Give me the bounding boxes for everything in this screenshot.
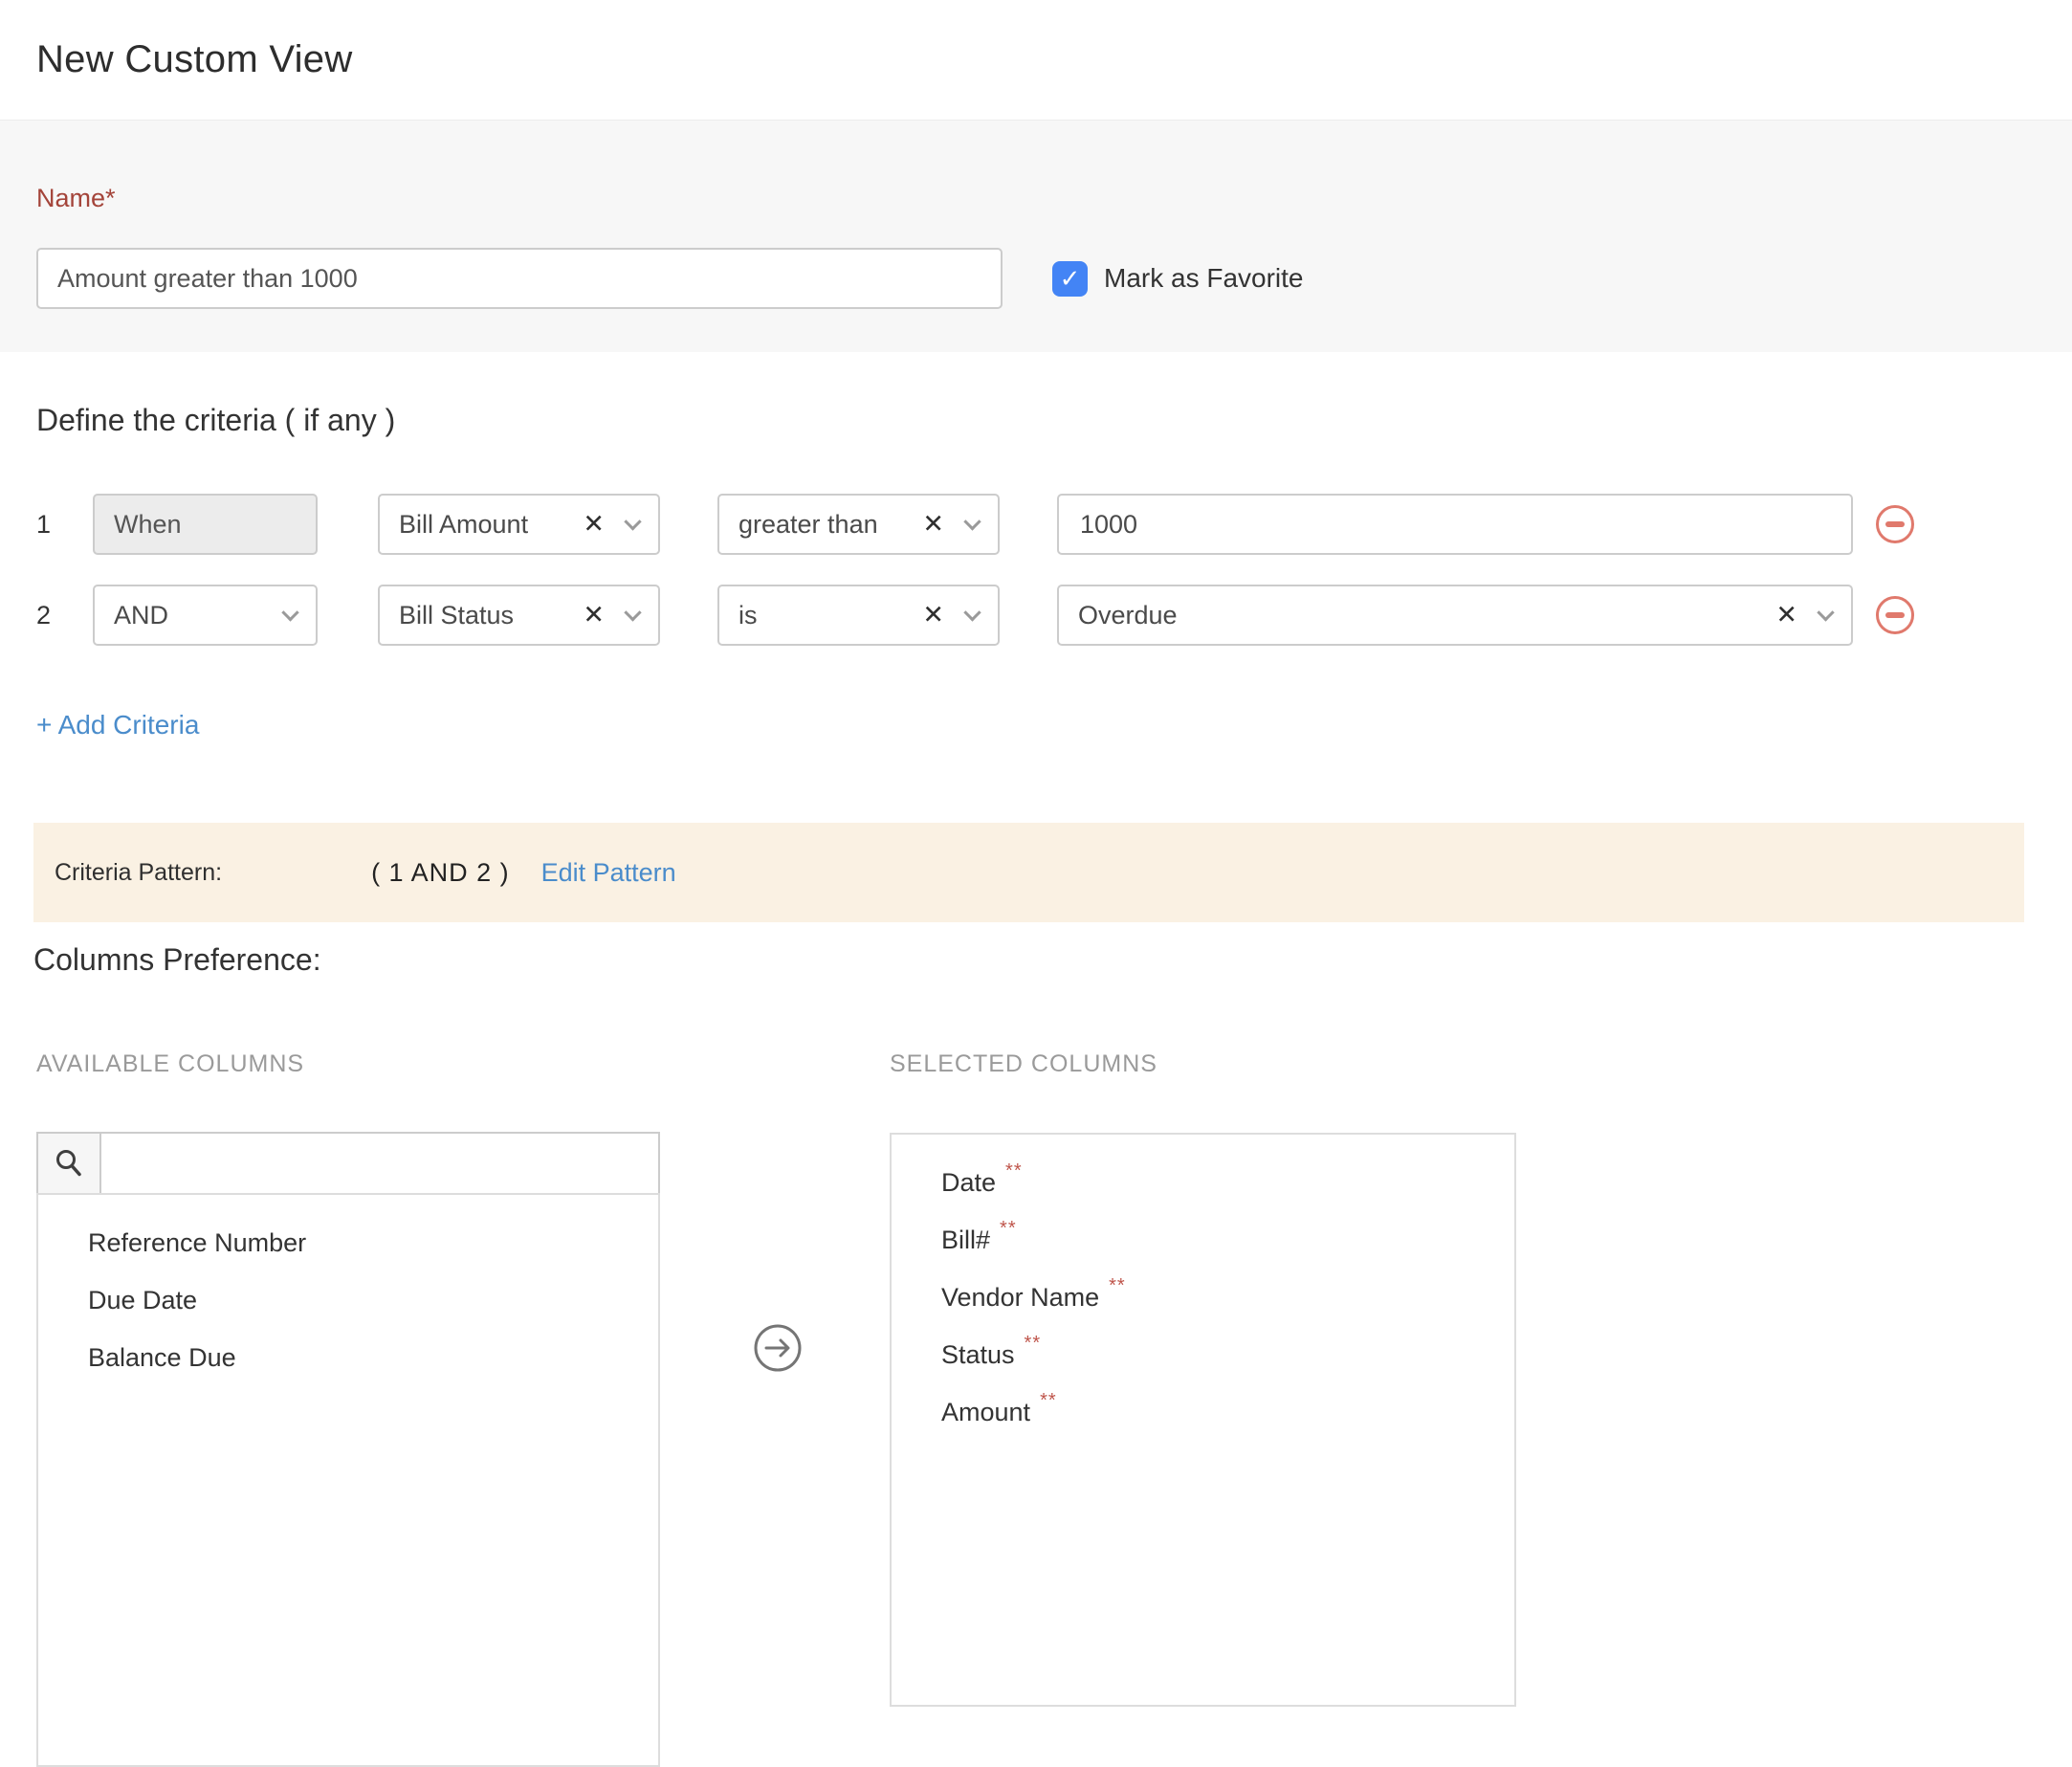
list-item[interactable]: Balance Due <box>38 1329 658 1386</box>
clear-icon[interactable]: ✕ <box>583 512 605 538</box>
comparator-value: greater than <box>738 510 878 540</box>
chevron-down-icon[interactable] <box>281 604 298 621</box>
field-value: Bill Status <box>399 601 514 630</box>
criteria-row-1: 1 When Bill Amount ✕ greater than ✕ <box>36 494 2036 555</box>
search-icon <box>38 1134 101 1193</box>
edit-pattern-link[interactable]: Edit Pattern <box>541 858 676 888</box>
list-item[interactable]: Reference Number <box>38 1214 658 1271</box>
criteria-connector-when: When <box>93 494 318 555</box>
column-search-box <box>36 1132 660 1195</box>
selected-columns-list: Date ** Bill# ** Vendor Name ** Status *… <box>890 1133 1516 1707</box>
criteria-value-input[interactable] <box>1078 496 1832 553</box>
required-mark: ** <box>1025 1333 1042 1355</box>
name-section: Name* ✓ Mark as Favorite <box>0 120 2072 352</box>
column-label: Vendor Name <box>941 1283 1099 1313</box>
chevron-down-icon[interactable] <box>963 604 981 621</box>
selected-columns-heading: SELECTED COLUMNS <box>890 1050 1157 1078</box>
move-right-button[interactable] <box>753 1323 803 1373</box>
mark-as-favorite-toggle[interactable]: ✓ Mark as Favorite <box>1052 261 1304 297</box>
page-header: New Custom View <box>0 0 2072 120</box>
connector-label: When <box>114 510 182 540</box>
chevron-down-icon[interactable] <box>624 604 641 621</box>
chevron-down-icon[interactable] <box>624 513 641 530</box>
chevron-down-icon[interactable] <box>1817 604 1834 621</box>
criteria-value: Overdue <box>1078 601 1178 630</box>
criteria-pattern-value: ( 1 AND 2 ) <box>371 858 510 888</box>
required-mark: ** <box>1000 1218 1017 1240</box>
column-label: Amount <box>941 1398 1030 1427</box>
arrow-right-icon <box>753 1323 803 1373</box>
minus-icon <box>1885 612 1905 618</box>
criteria-value-select[interactable]: Overdue ✕ <box>1057 585 1853 646</box>
available-columns-heading: AVAILABLE COLUMNS <box>36 1050 304 1078</box>
name-label: Name* <box>36 184 2036 213</box>
criteria-row-number: 2 <box>36 601 93 630</box>
required-mark: ** <box>1005 1160 1023 1182</box>
criteria-row-2: 2 AND Bill Status ✕ is ✕ Overdue ✕ <box>36 585 2036 646</box>
required-mark: ** <box>1109 1275 1126 1297</box>
criteria-section: Define the criteria ( if any ) 1 When Bi… <box>0 402 2072 740</box>
list-item[interactable]: Vendor Name ** <box>892 1269 1514 1326</box>
search-input[interactable] <box>101 1134 658 1193</box>
minus-icon <box>1885 521 1905 527</box>
favorite-label: Mark as Favorite <box>1104 263 1304 294</box>
list-item[interactable]: Due Date <box>38 1271 658 1329</box>
criteria-value-field[interactable] <box>1057 494 1853 555</box>
available-columns-list: Reference Number Due Date Balance Due <box>36 1193 660 1767</box>
column-label: Date <box>941 1168 996 1198</box>
field-value: Bill Amount <box>399 510 528 540</box>
name-input[interactable] <box>36 248 1003 309</box>
remove-criteria-button[interactable] <box>1876 505 1914 543</box>
page-title: New Custom View <box>36 38 353 81</box>
field-select[interactable]: Bill Amount ✕ <box>378 494 660 555</box>
clear-icon[interactable]: ✕ <box>922 603 944 629</box>
criteria-pattern-bar: Criteria Pattern: ( 1 AND 2 ) Edit Patte… <box>33 823 2024 922</box>
list-item[interactable]: Amount ** <box>892 1383 1514 1441</box>
comparator-value: is <box>738 601 758 630</box>
list-item[interactable]: Status ** <box>892 1326 1514 1383</box>
column-label: Status <box>941 1340 1015 1370</box>
connector-select[interactable]: AND <box>93 585 318 646</box>
favorite-checkbox[interactable]: ✓ <box>1052 261 1088 297</box>
required-mark: ** <box>1040 1390 1057 1412</box>
clear-icon[interactable]: ✕ <box>1775 603 1797 629</box>
connector-value: AND <box>114 601 168 630</box>
add-criteria-link[interactable]: + Add Criteria <box>36 710 199 740</box>
column-label: Bill# <box>941 1226 990 1255</box>
clear-icon[interactable]: ✕ <box>922 512 944 538</box>
comparator-select[interactable]: is ✕ <box>717 585 1000 646</box>
criteria-pattern-label: Criteria Pattern: <box>55 859 222 887</box>
columns-preference-body: AVAILABLE COLUMNS SELECTED COLUMNS Refer… <box>0 978 2072 1460</box>
comparator-select[interactable]: greater than ✕ <box>717 494 1000 555</box>
list-item[interactable]: Bill# ** <box>892 1211 1514 1269</box>
clear-icon[interactable]: ✕ <box>583 603 605 629</box>
field-select[interactable]: Bill Status ✕ <box>378 585 660 646</box>
criteria-heading: Define the criteria ( if any ) <box>36 402 2036 438</box>
remove-criteria-button[interactable] <box>1876 596 1914 634</box>
check-icon: ✓ <box>1060 266 1081 291</box>
criteria-row-number: 1 <box>36 510 93 540</box>
columns-preference-heading: Columns Preference: <box>33 941 2036 978</box>
list-item[interactable]: Date ** <box>892 1154 1514 1211</box>
chevron-down-icon[interactable] <box>963 513 981 530</box>
